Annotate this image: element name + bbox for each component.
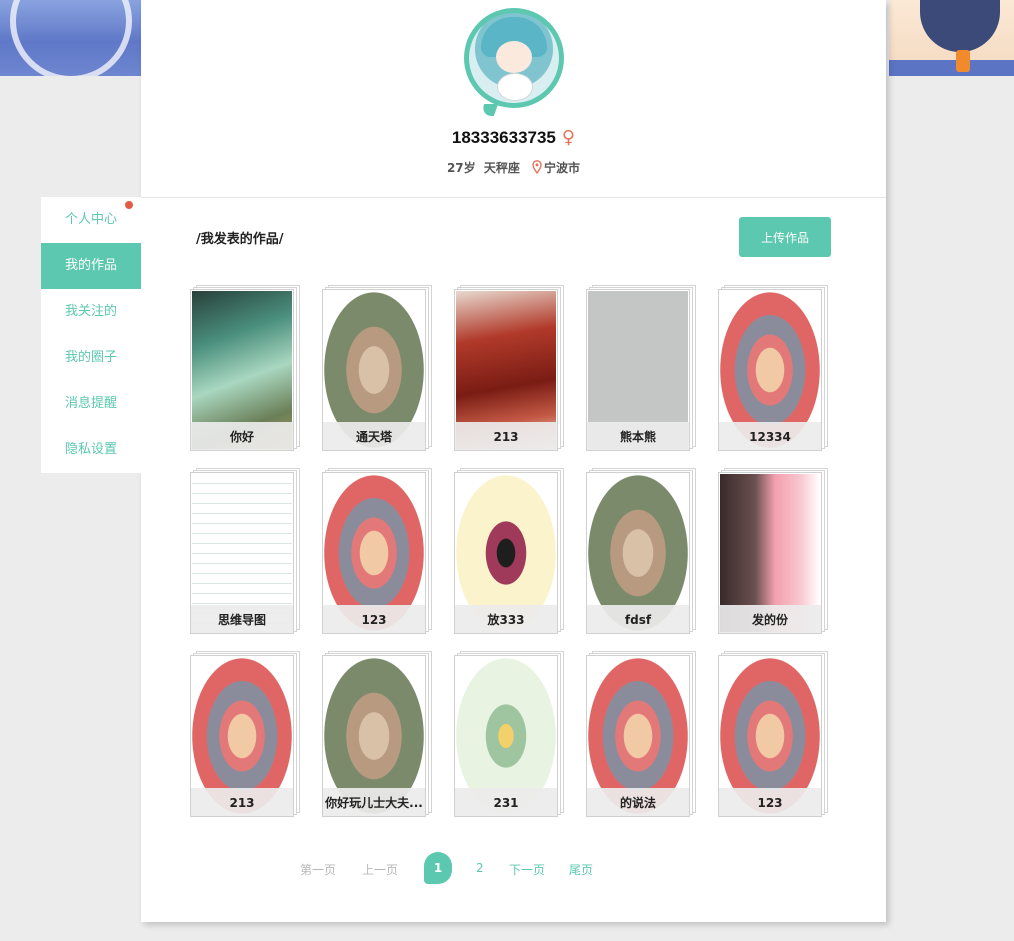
work-card[interactable]: 你好 (190, 285, 300, 451)
sidebar-item-privacy[interactable]: 隐私设置 (41, 427, 141, 473)
upload-work-button[interactable]: 上传作品 (739, 217, 831, 257)
work-title: 12334 (719, 422, 821, 450)
work-title: 你好玩儿士大夫... (323, 788, 425, 816)
banner-art-right (889, 0, 1014, 76)
banner-art-left (0, 0, 141, 76)
work-title: 123 (323, 605, 425, 633)
city: 宁波市 (544, 161, 581, 175)
pagination: 第一页 上一页 1 2 下一页 尾页 (141, 852, 886, 886)
work-card[interactable]: 通天塔 (322, 285, 432, 451)
last-page-link[interactable]: 尾页 (569, 861, 593, 878)
work-card[interactable]: 熊本熊 (586, 285, 696, 451)
notification-dot (125, 201, 133, 209)
work-card[interactable]: 123 (718, 651, 828, 817)
work-card[interactable]: 发的份 (718, 468, 828, 634)
profile-header: 18333633735 ♀ 27岁 天秤座 宁波市 (141, 0, 886, 198)
work-title: 231 (455, 788, 557, 816)
sidebar-item-my-works[interactable]: 我的作品 (41, 243, 141, 289)
section-title: /我发表的作品/ (196, 232, 284, 247)
avatar[interactable] (464, 8, 564, 116)
sidebar-item-my-circles[interactable]: 我的圈子 (41, 335, 141, 381)
work-card[interactable]: 的说法 (586, 651, 696, 817)
page-2-link[interactable]: 2 (476, 861, 484, 875)
work-title: fdsf (587, 605, 689, 633)
work-card[interactable]: 12334 (718, 285, 828, 451)
work-title: 放333 (455, 605, 557, 633)
main-panel: 18333633735 ♀ 27岁 天秤座 宁波市 /我发表的作品/ 上传作品 你… (141, 0, 886, 922)
age: 27岁 (446, 161, 476, 175)
work-title: 213 (191, 788, 293, 816)
prev-page-link[interactable]: 上一页 (362, 861, 398, 878)
work-card[interactable]: 你好玩儿士大夫... (322, 651, 432, 817)
sidebar-item-notifications[interactable]: 消息提醒 (41, 381, 141, 427)
work-card[interactable]: 123 (322, 468, 432, 634)
username: 18333633735 (451, 128, 556, 147)
work-title: 你好 (191, 422, 293, 450)
work-card[interactable]: 213 (190, 651, 300, 817)
work-title: 发的份 (719, 605, 821, 633)
work-title: 熊本熊 (587, 422, 689, 450)
sidebar-item-following[interactable]: 我关注的 (41, 289, 141, 335)
work-title: 思维导图 (191, 605, 293, 633)
work-card[interactable]: fdsf (586, 468, 696, 634)
work-title: 的说法 (587, 788, 689, 816)
work-title: 213 (455, 422, 557, 450)
work-title: 123 (719, 788, 821, 816)
sidebar-nav: 个人中心 我的作品 我关注的 我的圈子 消息提醒 隐私设置 (41, 197, 141, 473)
zodiac: 天秤座 (483, 161, 520, 175)
profile-meta: 27岁 天秤座 宁波市 (141, 159, 886, 176)
page-1-current[interactable]: 1 (424, 852, 452, 884)
work-card[interactable]: 231 (454, 651, 564, 817)
female-icon: ♀ (561, 127, 576, 148)
work-card[interactable]: 思维导图 (190, 468, 300, 634)
location-pin-icon (532, 160, 542, 174)
work-card[interactable]: 213 (454, 285, 564, 451)
next-page-link[interactable]: 下一页 (509, 861, 545, 878)
first-page-link[interactable]: 第一页 (300, 861, 336, 878)
work-title: 通天塔 (323, 422, 425, 450)
username-line: 18333633735 ♀ (141, 127, 886, 148)
work-card[interactable]: 放333 (454, 468, 564, 634)
